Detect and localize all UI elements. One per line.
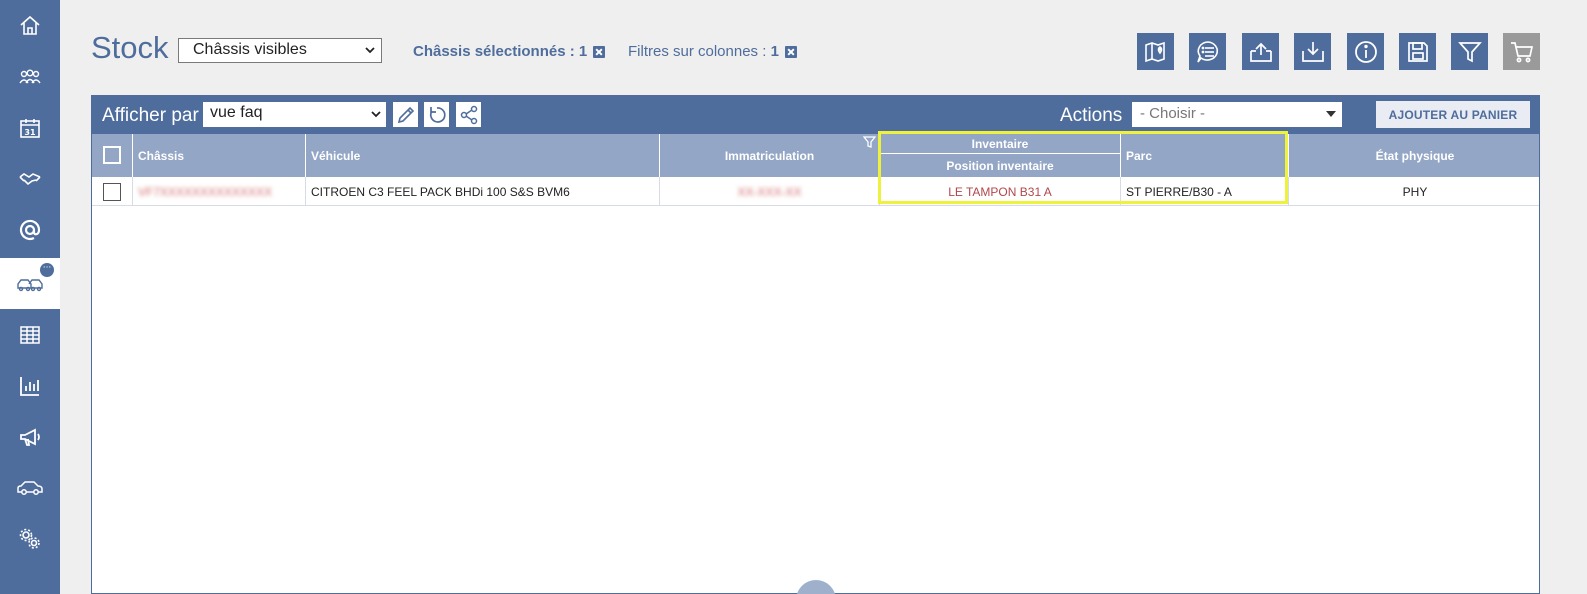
select-all-checkbox[interactable]: [103, 146, 121, 164]
gears-icon: [19, 528, 40, 549]
afficher-par-select[interactable]: vue faq: [203, 102, 386, 127]
export-button[interactable]: [1242, 33, 1279, 70]
column-header-vehicule[interactable]: Véhicule: [306, 134, 660, 177]
afficher-par-label: Afficher par: [102, 105, 199, 126]
cell-immatriculation: XX-XXX-XX: [660, 177, 880, 206]
column-group-inventaire: Inventaire Position inventaire: [880, 134, 1121, 177]
stock-panel: Afficher par vue faq Actions - Choisir -…: [91, 95, 1540, 594]
sidebar-item-stock[interactable]: ···: [0, 258, 60, 309]
map-pin-icon: [1144, 41, 1165, 62]
selected-chassis-info: Châssis sélectionnés : 1: [413, 43, 606, 60]
column-header-immatriculation[interactable]: Immatriculation: [660, 134, 880, 177]
sidebar-item-calendar[interactable]: 31: [0, 102, 60, 153]
sidebar-item-mail[interactable]: [0, 204, 60, 255]
cart-icon: [1510, 41, 1533, 62]
cell-chassis-value[interactable]: VF7XXXXXXXXXXXXXX: [138, 185, 272, 199]
actions-select-placeholder: - Choisir -: [1140, 105, 1206, 122]
column-filters-info: Filtres sur colonnes : 1: [628, 43, 797, 60]
actions-select[interactable]: - Choisir -: [1132, 102, 1342, 127]
comment-list-icon: [1196, 40, 1218, 62]
add-to-cart-button[interactable]: AJOUTER AU PANIER: [1376, 101, 1530, 128]
save-icon: [1407, 41, 1428, 62]
sidebar-item-tables[interactable]: [0, 309, 60, 360]
actions-label: Actions: [1060, 105, 1123, 126]
bar-chart-icon: [20, 376, 39, 396]
row-checkbox[interactable]: [103, 183, 121, 201]
info-icon: [1354, 40, 1377, 63]
svg-text:31: 31: [24, 128, 36, 137]
cell-vehicule: CITROEN C3 FEEL PACK BHDi 100 S&S BVM6: [306, 177, 660, 206]
column-group-inventaire-label: Inventaire: [880, 134, 1120, 154]
map-button[interactable]: [1137, 33, 1174, 70]
column-header-immatriculation-label: Immatriculation: [724, 148, 815, 163]
sidebar-item-vehicles[interactable]: [0, 462, 60, 513]
select-all-cell: [92, 134, 133, 177]
cell-etat-physique: PHY: [1402, 184, 1428, 199]
handshake-icon: [19, 172, 41, 185]
cell-immatriculation-value: XX-XXX-XX: [737, 184, 802, 199]
cell-position-inventaire: LE TAMPON B31 A: [880, 177, 1121, 206]
chevron-down-icon: [365, 47, 375, 54]
cell-chassis: VF7XXXXXXXXXXXXXX: [133, 177, 306, 206]
upload-icon: [1249, 42, 1272, 62]
car-icon: [17, 480, 43, 495]
at-icon: [19, 219, 41, 240]
sidebar: 31 ···: [0, 0, 60, 594]
row-select-cell: [92, 177, 133, 206]
info-button[interactable]: [1347, 33, 1384, 70]
comments-button[interactable]: [1189, 33, 1226, 70]
column-filter-icon[interactable]: [863, 136, 876, 149]
chevron-down-icon: [371, 111, 381, 118]
panel-toolbar: Afficher par vue faq Actions - Choisir -…: [92, 96, 1539, 134]
column-filters-label: Filtres sur colonnes : 1: [628, 43, 779, 60]
caret-down-icon: [1326, 111, 1336, 117]
selected-chassis-label: Châssis sélectionnés : 1: [413, 43, 588, 60]
cell-parc: ST PIERRE/B30 - A: [1121, 177, 1289, 206]
column-header-position-inventaire[interactable]: Position inventaire: [880, 154, 1120, 177]
afficher-par-value: vue faq: [210, 104, 263, 121]
refresh-icon: [429, 106, 446, 123]
edit-view-button[interactable]: [393, 102, 418, 127]
clear-filters-icon[interactable]: [784, 45, 797, 58]
users-icon: [19, 68, 41, 83]
sidebar-item-deals[interactable]: [0, 153, 60, 204]
sidebar-item-stats[interactable]: [0, 360, 60, 411]
table-header: Châssis Véhicule Immatriculation Inventa…: [92, 134, 1539, 177]
filter-button[interactable]: [1451, 33, 1488, 70]
view-select-value: Châssis visibles: [193, 41, 307, 58]
share-icon: [460, 105, 477, 124]
column-header-etat-physique[interactable]: État physique: [1289, 134, 1541, 177]
save-button[interactable]: [1399, 33, 1436, 70]
table-row[interactable]: VF7XXXXXXXXXXXXXX CITROEN C3 FEEL PACK B…: [92, 177, 1539, 206]
table-icon: [20, 325, 40, 344]
column-header-chassis[interactable]: Châssis: [133, 134, 306, 177]
cart-button[interactable]: [1503, 33, 1540, 70]
share-view-button[interactable]: [456, 102, 481, 127]
column-header-parc[interactable]: Parc: [1121, 134, 1289, 177]
filter-icon: [1457, 41, 1482, 62]
megaphone-icon: [20, 428, 40, 446]
sidebar-item-settings[interactable]: [0, 513, 60, 564]
clear-selection-icon[interactable]: [593, 45, 606, 58]
reset-view-button[interactable]: [424, 102, 449, 127]
pencil-icon: [397, 106, 414, 123]
download-icon: [1301, 41, 1324, 62]
view-select[interactable]: Châssis visibles: [178, 38, 382, 63]
cars-icon: [17, 278, 43, 291]
page-title: Stock: [91, 30, 169, 65]
calendar-icon: 31: [20, 118, 40, 138]
sidebar-item-home[interactable]: [0, 0, 60, 51]
sidebar-item-marketing[interactable]: [0, 411, 60, 462]
sidebar-item-users[interactable]: [0, 51, 60, 102]
more-badge: ···: [40, 263, 54, 277]
home-icon: [20, 15, 40, 35]
import-button[interactable]: [1294, 33, 1331, 70]
